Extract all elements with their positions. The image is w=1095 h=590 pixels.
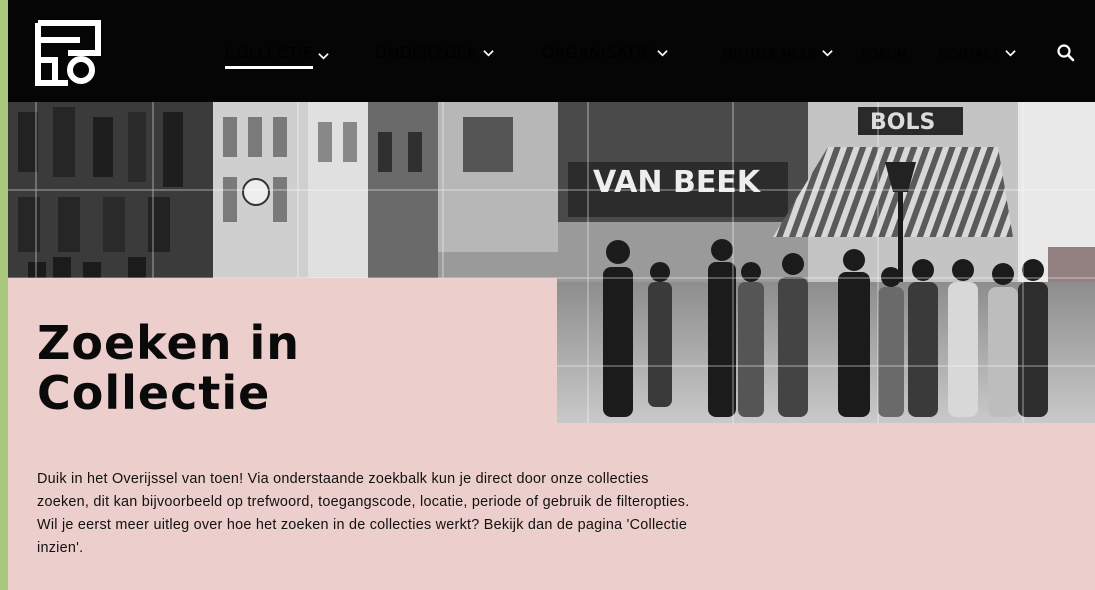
- chevron-down-icon: [656, 49, 668, 57]
- search-icon[interactable]: [1056, 43, 1076, 63]
- nav-forum-label: FORUM: [861, 46, 908, 61]
- page-title: Zoeken in Collectie: [37, 318, 457, 418]
- archive-logo[interactable]: [35, 20, 101, 86]
- intro-text: Duik in het Overijssel van toen! Via ond…: [37, 471, 690, 556]
- nav-onderzoek[interactable]: ONDERZOEK: [375, 44, 494, 62]
- top-navigation-bar: COLLECTIE ONDERZOEK ORGANISATIE ONTDEK M…: [8, 0, 1095, 102]
- nav-organisatie[interactable]: ORGANISATIE: [542, 44, 668, 62]
- nav-onderzoek-label: ONDERZOEK: [375, 44, 478, 62]
- nav-collectie[interactable]: COLLECTIE: [225, 44, 330, 69]
- chevron-down-icon: [318, 53, 330, 60]
- page-title-line2: Collectie: [37, 366, 271, 420]
- nav-organisatie-label: ORGANISATIE: [542, 44, 652, 62]
- nav-collectie-label: COLLECTIE: [225, 44, 314, 69]
- chevron-down-icon: [483, 49, 494, 57]
- nav-ontdek-meer-label: ONTDEK MEER: [723, 46, 817, 61]
- chevron-down-icon: [822, 50, 833, 57]
- nav-contact-label: CONTACT: [939, 46, 1000, 61]
- chevron-down-icon: [1005, 50, 1016, 57]
- page-title-line1: Zoeken in: [37, 316, 300, 370]
- shop-sign-van-beek: VAN BEEK: [593, 165, 762, 200]
- shop-sign-bols: BOLS: [870, 110, 935, 135]
- nav-contact[interactable]: CONTACT: [939, 46, 1016, 61]
- nav-forum[interactable]: FORUM: [861, 46, 908, 61]
- nav-ontdek-meer[interactable]: ONTDEK MEER: [723, 46, 833, 61]
- page-frame: COLLECTIE ONDERZOEK ORGANISATIE ONTDEK M…: [8, 0, 1095, 590]
